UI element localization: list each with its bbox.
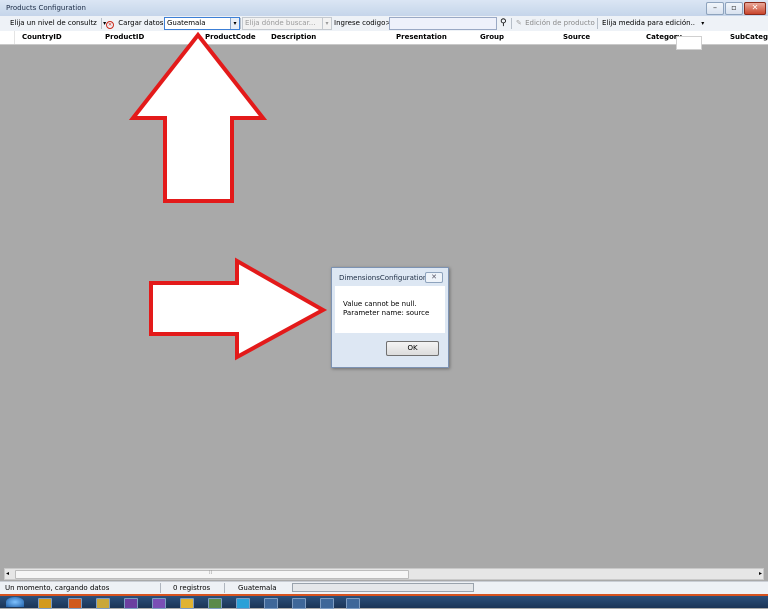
skype-taskbar-icon[interactable] xyxy=(236,598,250,609)
app-taskbar-icon[interactable] xyxy=(180,598,194,609)
scroll-right-icon[interactable]: ▸ xyxy=(759,569,762,579)
folder-taskbar-icon[interactable] xyxy=(96,598,110,609)
status-country: Guatemala xyxy=(238,584,277,592)
dialog-body: Value cannot be null. Parameter name: so… xyxy=(335,286,445,333)
app-taskbar-icon[interactable] xyxy=(208,598,222,609)
grip-icon: ⁞⁞ xyxy=(209,570,213,576)
scrollbar-thumb[interactable]: ⁞⁞ xyxy=(15,570,409,579)
app-taskbar-icon[interactable] xyxy=(264,598,278,609)
firefox-taskbar-icon[interactable] xyxy=(68,598,82,609)
app-taskbar-icon[interactable] xyxy=(346,598,360,609)
app-taskbar-icon[interactable] xyxy=(320,598,334,609)
dialog-message-line1: Value cannot be null. xyxy=(343,300,417,308)
right-arrow-annotation xyxy=(149,257,328,361)
ok-button[interactable]: OK xyxy=(386,341,439,356)
loading-progress-bar xyxy=(292,583,474,592)
status-message: Un momento, cargando datos xyxy=(5,584,110,592)
explorer-taskbar-icon[interactable] xyxy=(38,598,52,609)
visual-studio-taskbar-icon[interactable] xyxy=(124,598,138,609)
app-taskbar-icon[interactable] xyxy=(292,598,306,609)
up-arrow-annotation xyxy=(128,31,268,203)
status-separator xyxy=(224,583,225,593)
status-separator xyxy=(160,583,161,593)
dialog-message-line2: Parameter name: source xyxy=(343,309,430,317)
status-records: 0 registros xyxy=(173,584,211,592)
horizontal-scrollbar[interactable]: ◂ ⁞⁞ ▸ xyxy=(4,568,764,580)
error-dialog: DimensionsConfiguration ✕ Value cannot b… xyxy=(331,267,449,368)
dialog-title: DimensionsConfiguration xyxy=(339,274,428,282)
app-taskbar-icon[interactable] xyxy=(152,598,166,609)
close-icon[interactable]: ✕ xyxy=(425,272,443,283)
scroll-left-icon[interactable]: ◂ xyxy=(6,569,9,579)
